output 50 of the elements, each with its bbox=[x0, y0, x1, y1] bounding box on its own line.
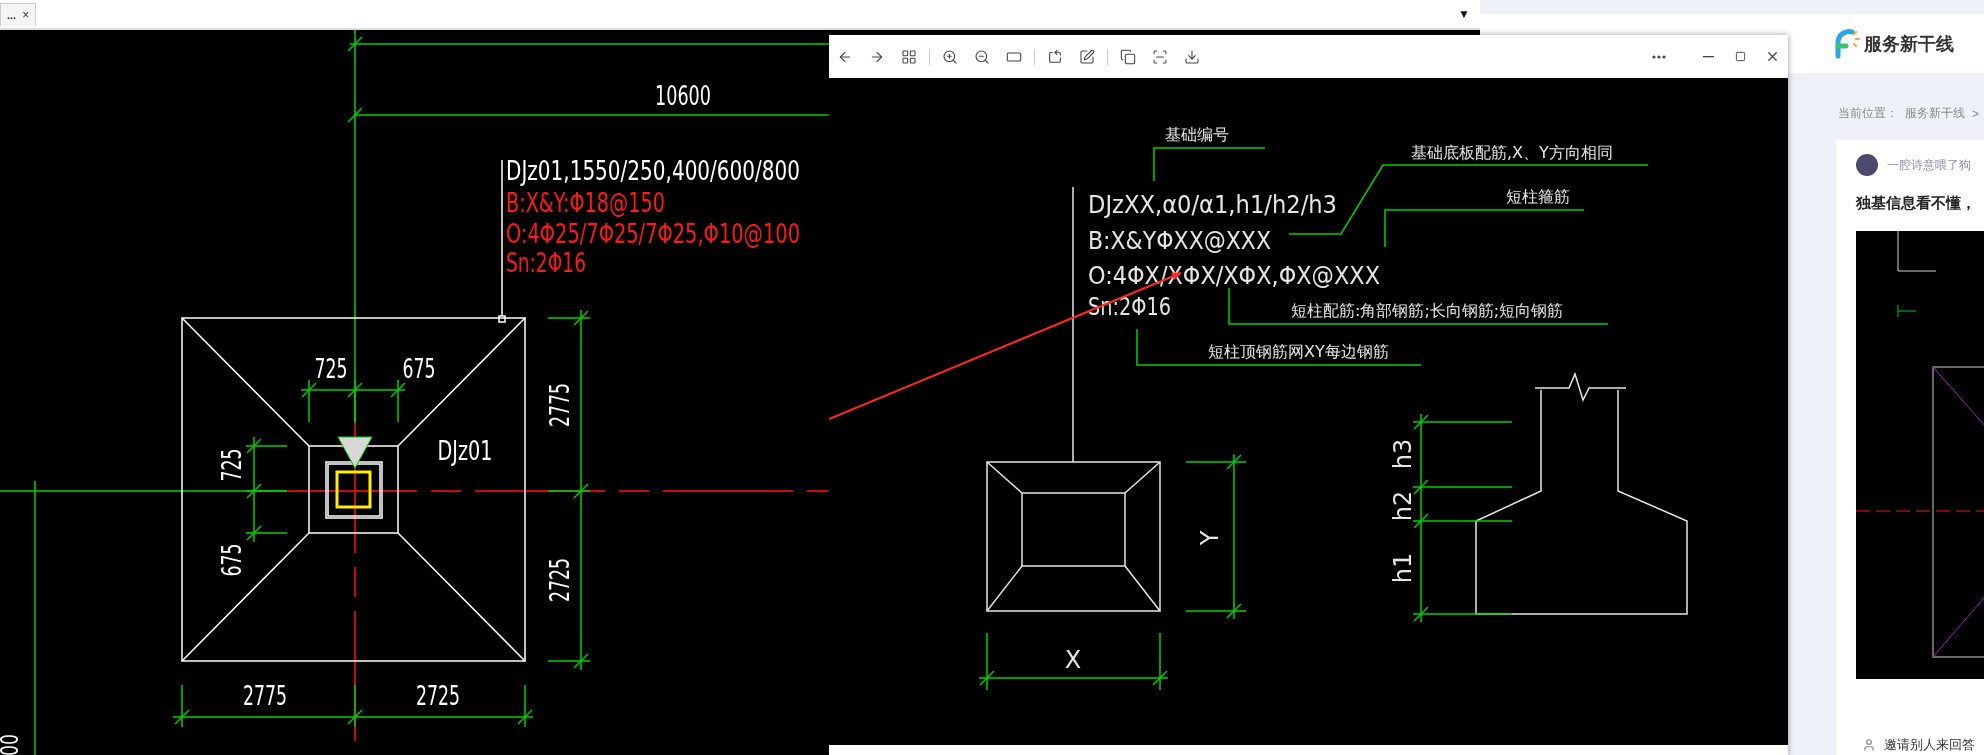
close-button[interactable]: × bbox=[22, 7, 30, 22]
author-name[interactable]: 一腔诗意喂了狗 bbox=[1887, 156, 1971, 174]
callout-label: 短柱配筋:角部钢筋;长向钢筋;短向钢筋 bbox=[1291, 301, 1564, 320]
dimension-text: h1 bbox=[1389, 552, 1417, 584]
notation-text: Sn:2Φ16 bbox=[1088, 293, 1192, 321]
download-icon bbox=[1184, 48, 1200, 65]
dimension-text: 2775 bbox=[545, 360, 575, 427]
invite-link[interactable]: 邀请别人来回答 bbox=[1884, 736, 1975, 754]
dimension-text: 00 bbox=[0, 725, 24, 755]
site-logo[interactable]: 服务新干线 bbox=[1864, 31, 1954, 56]
dimension-text: 2725 bbox=[416, 681, 483, 711]
post-title: 独基信息看不懂， bbox=[1856, 194, 1977, 213]
rebar-annotation: DJz01,1550/250,400/600/800 bbox=[506, 156, 888, 186]
rebar-annotation: B:X&Y:Φ18@150 bbox=[506, 188, 722, 218]
dimension-text: h3 bbox=[1389, 438, 1417, 470]
dimension-text: 675 bbox=[217, 526, 247, 577]
notation-text: DJzXX,α0/α1,h1/h2/h3 bbox=[1088, 191, 1353, 219]
callout-label: 基础底板配筋,X、Y方向相同 bbox=[1411, 143, 1613, 162]
maximize-icon bbox=[1734, 51, 1746, 62]
footing-tag: DJz01 bbox=[437, 436, 512, 466]
dimension-text: h2 bbox=[1389, 490, 1417, 522]
minimize-icon bbox=[1702, 55, 1714, 58]
dropdown-button[interactable]: ▼ bbox=[1454, 7, 1474, 21]
scan-icon bbox=[1152, 48, 1168, 65]
person-icon bbox=[1862, 738, 1876, 752]
callout-label: 基础编号 bbox=[1165, 125, 1229, 144]
callout-label: 短柱箍筋 bbox=[1506, 187, 1570, 206]
copy-icon bbox=[1120, 48, 1136, 65]
breadcrumb-label: 当前位置： bbox=[1838, 105, 1898, 122]
grid-icon bbox=[901, 48, 917, 65]
callout-label: 短柱顶钢筋网XY每边钢筋 bbox=[1208, 342, 1389, 361]
avatar bbox=[1856, 154, 1878, 176]
dimension-text: 2775 bbox=[243, 681, 310, 711]
logo-icon bbox=[1834, 27, 1860, 60]
dimension-text: 2725 bbox=[545, 535, 575, 602]
zoom-in-icon bbox=[942, 48, 958, 65]
zoom-out-icon bbox=[974, 48, 990, 65]
rotate-icon bbox=[1047, 48, 1063, 65]
dimension-text: 10600 bbox=[655, 81, 738, 111]
dimension-text: 725 bbox=[217, 431, 247, 482]
more-icon bbox=[1652, 54, 1666, 59]
dimension-text: 675 bbox=[402, 354, 453, 384]
dimension-text: Y bbox=[1196, 530, 1224, 546]
rebar-annotation: O:4Φ25/7Φ25/7Φ25,Φ10@100 bbox=[506, 219, 900, 249]
dimension-text: 725 bbox=[314, 354, 365, 384]
dimension-text: X bbox=[1064, 646, 1082, 674]
rebar-annotation: Sn:2Φ16 bbox=[506, 248, 618, 278]
edit-icon bbox=[1079, 48, 1095, 65]
notation-text: B:X&YΦXX@XXX bbox=[1088, 227, 1288, 255]
browser-tab[interactable]: ... × bbox=[0, 2, 37, 26]
